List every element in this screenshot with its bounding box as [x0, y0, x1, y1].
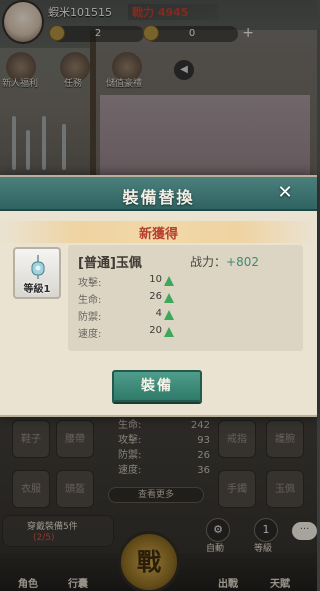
equip-button[interactable]: 裝備 [112, 370, 202, 402]
equip-replace-dialog: 裝備替換 ✕ 新獲得 等級1 [普通]玉佩 战力：+802 攻擊: 10 生命:… [0, 175, 317, 417]
stat-row-speed: 速度: 20 [78, 325, 174, 340]
stat-row-attack: 攻擊: 10 [78, 274, 174, 289]
dialog-header: 裝備替換 ✕ [0, 177, 317, 211]
stat-row-hp: 生命: 26 [78, 291, 174, 306]
arrow-up-icon [164, 327, 174, 337]
item-slot[interactable]: 等級1 [13, 247, 61, 299]
item-detail-panel: [普通]玉佩 战力：+802 攻擊: 10 生命: 26 防禦: 4 速度: 2… [68, 245, 303, 351]
item-power: 战力：+802 [190, 253, 259, 270]
stat-key: 生命: [78, 295, 102, 306]
item-power-caption: 战力： [190, 255, 227, 269]
jade-pendant-icon [31, 255, 45, 279]
arrow-up-icon [164, 276, 174, 286]
new-item-label: 新獲得 [138, 227, 178, 242]
stat-row-defense: 防禦: 4 [78, 308, 174, 323]
stat-key: 防禦: [78, 312, 102, 323]
stat-value: 10 [149, 274, 162, 285]
stat-key: 速度: [78, 329, 102, 340]
stat-value: 26 [149, 291, 162, 302]
item-name: [普通]玉佩 [78, 256, 142, 271]
arrow-up-icon [164, 310, 174, 320]
arrow-up-icon [164, 293, 174, 303]
new-item-banner: 新獲得 [0, 221, 317, 243]
stat-value: 20 [149, 325, 162, 336]
close-icon[interactable]: ✕ [275, 183, 295, 203]
item-power-value: +802 [226, 255, 259, 269]
stat-key: 攻擊: [78, 278, 102, 289]
item-level: 等級1 [23, 284, 51, 295]
stat-value: 4 [155, 308, 162, 319]
dialog-title: 裝備替換 [122, 188, 195, 207]
